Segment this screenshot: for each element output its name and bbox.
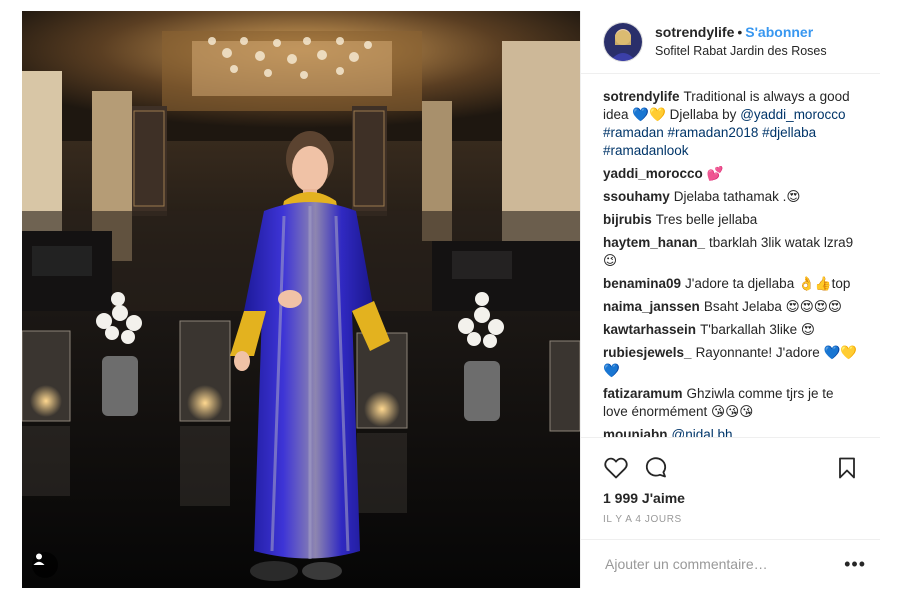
- comments-list[interactable]: sotrendylife Traditional is always a good…: [581, 74, 880, 437]
- post-photo[interactable]: [22, 11, 580, 588]
- likes-count[interactable]: 1 999 J'aime: [603, 490, 860, 506]
- follow-button[interactable]: S'abonner: [745, 24, 813, 40]
- more-options-icon[interactable]: •••: [844, 554, 866, 575]
- comment-author[interactable]: yaddi_morocco: [603, 166, 703, 181]
- comment-author[interactable]: bijrubis: [603, 212, 652, 227]
- post-timestamp[interactable]: IL Y A 4 JOURS: [603, 514, 860, 525]
- post-details-panel: sotrendylife • S'abonner Sofitel Rabat Jar…: [580, 11, 880, 588]
- comment-author[interactable]: haytem_hanan_: [603, 235, 705, 250]
- comment-author[interactable]: ssouhamy: [603, 189, 670, 204]
- comment-author[interactable]: naima_janssen: [603, 299, 700, 314]
- comment-text: Djelaba tathamak .😍: [673, 189, 801, 204]
- hotel-lobby-photo: [22, 11, 580, 588]
- list-item: bijrubis Tres belle jellaba: [603, 211, 858, 229]
- comment-input[interactable]: [603, 555, 845, 573]
- list-item: kawtarhassein T'barkallah 3like 😍: [603, 321, 858, 339]
- list-item: haytem_hanan_ tbarklah 3lik watak lzra9 😉: [603, 234, 858, 270]
- list-item: naima_janssen Bsaht Jelaba 😍😍😍😍: [603, 298, 858, 316]
- list-item: ssouhamy Djelaba tathamak .😍: [603, 188, 858, 206]
- list-item: mouniabn @nidal.bh: [603, 426, 858, 437]
- heart-icon[interactable]: [603, 455, 629, 481]
- comment-text: J'adore ta djellaba 👌👍top: [685, 276, 851, 291]
- comment-mention[interactable]: @nidal.bh: [672, 427, 733, 437]
- username-link[interactable]: sotrendylife: [655, 24, 734, 40]
- caption: sotrendylife Traditional is always a good…: [603, 88, 858, 160]
- post-header: sotrendylife • S'abonner Sofitel Rabat Jar…: [581, 11, 880, 74]
- comment-text: Bsaht Jelaba 😍😍😍😍: [703, 299, 842, 314]
- list-item: rubiesjewels_ Rayonnante! J'adore 💙💛💙: [603, 344, 858, 380]
- comment-author[interactable]: rubiesjewels_: [603, 345, 692, 360]
- post-actions: 1 999 J'aime IL Y A 4 JOURS: [581, 437, 880, 539]
- comment-author[interactable]: fatizaramum: [603, 386, 683, 401]
- list-item: yaddi_morocco 💕: [603, 165, 858, 183]
- list-item: fatizaramum Ghziwla comme tjrs je te love…: [603, 385, 858, 421]
- comment-author[interactable]: benamina09: [603, 276, 681, 291]
- list-item: benamina09 J'adore ta djellaba 👌👍top: [603, 275, 858, 293]
- caption-mention[interactable]: @yaddi_morocco: [740, 107, 845, 122]
- comment-text: T'barkallah 3like 😍: [700, 322, 816, 337]
- comment-text: Tres belle jellaba: [655, 212, 758, 227]
- add-comment-bar: •••: [581, 539, 880, 588]
- caption-author[interactable]: sotrendylife: [603, 89, 680, 104]
- comment-author[interactable]: kawtarhassein: [603, 322, 696, 337]
- comment-author[interactable]: mouniabn: [603, 427, 668, 437]
- instagram-post: sotrendylife • S'abonner Sofitel Rabat Jar…: [22, 11, 880, 588]
- avatar[interactable]: [603, 22, 643, 62]
- user-tag-icon[interactable]: [32, 552, 58, 578]
- bookmark-icon[interactable]: [834, 455, 860, 481]
- location-link[interactable]: Sofitel Rabat Jardin des Roses: [655, 42, 827, 61]
- separator-dot: •: [737, 24, 743, 40]
- comment-text: 💕: [706, 166, 724, 181]
- comment-bubble-icon[interactable]: [643, 455, 669, 481]
- caption-hashtags[interactable]: #ramadan #ramadan2018 #djellaba #ramadan…: [603, 125, 816, 158]
